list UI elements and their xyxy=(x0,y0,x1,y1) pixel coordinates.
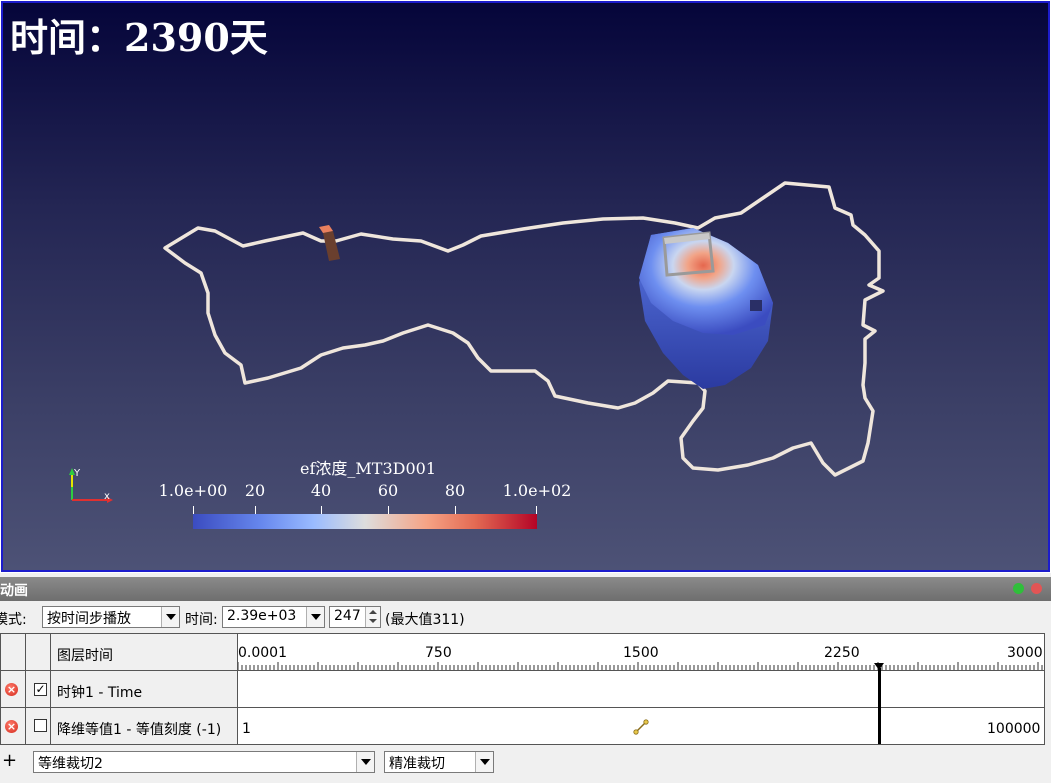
source-select-value: 等维裁切2 xyxy=(38,756,103,772)
mode-select-value: 按时间步播放 xyxy=(47,611,131,627)
property-select[interactable]: 精准裁切 xyxy=(384,751,494,773)
timeline-tick-label: 2250 xyxy=(824,645,860,661)
chevron-down-icon xyxy=(356,752,374,772)
time-select-value: 2.39e+03 xyxy=(227,608,297,624)
time-select[interactable]: 2.39e+03 xyxy=(222,606,325,628)
animation-panel-header: 动画 xyxy=(0,577,1051,601)
track-enable-checkbox[interactable] xyxy=(34,719,47,732)
keyframe-interpolation-icon[interactable] xyxy=(633,719,649,735)
property-select-value: 精准裁切 xyxy=(389,756,445,772)
add-track-row: + 等维裁切2 精准裁切 xyxy=(0,748,1051,778)
timestep-spinbox[interactable]: 247 xyxy=(329,606,381,628)
chevron-down-icon xyxy=(161,607,179,627)
domain-boundary xyxy=(163,181,885,477)
colorbar-tick-label: 60 xyxy=(377,481,399,500)
spin-down-icon[interactable] xyxy=(369,619,377,623)
mode-label: 模式: xyxy=(0,612,27,628)
axis-x-label: x xyxy=(104,491,110,502)
timeline-tick-label: 1500 xyxy=(623,645,659,661)
layer-time-header: 图层时间 xyxy=(57,648,113,664)
keyframe-start-value: 1 xyxy=(242,721,251,737)
mode-select[interactable]: 按时间步播放 xyxy=(42,606,180,628)
axis-y-label: Y xyxy=(73,468,81,479)
concentration-plume xyxy=(639,228,773,389)
timeline-tick-label: 0.0001 xyxy=(238,645,287,661)
float-panel-icon[interactable] xyxy=(1013,583,1024,594)
timeline-cursor[interactable] xyxy=(878,668,881,744)
colorbar-tick-label: 80 xyxy=(444,481,466,500)
timeline-ruler[interactable] xyxy=(238,662,1044,670)
track-name: 时钟1 - Time xyxy=(57,685,143,701)
track-enable-checkbox[interactable]: ✓ xyxy=(34,683,47,696)
render-viewport[interactable]: 时间：2390天 ef浓度_MT3D001 1.0e+00 20 40 60 8… xyxy=(0,0,1051,573)
colorbar-tick-label: 40 xyxy=(310,481,332,500)
track-name: 降维等值1 - 等值刻度 (-1) xyxy=(57,722,222,738)
add-track-button[interactable]: + xyxy=(2,752,17,770)
colorbar-tick-label: 1.0e+00 xyxy=(158,481,228,500)
well-marker xyxy=(319,225,340,261)
close-panel-icon[interactable] xyxy=(1031,583,1042,594)
chevron-down-icon xyxy=(475,752,493,772)
orientation-axes-icon: Y x xyxy=(69,468,113,503)
animation-panel-title: 动画 xyxy=(0,583,28,599)
timeline-tick-label: 3000 xyxy=(1007,645,1043,661)
remove-track-icon[interactable]: × xyxy=(5,683,18,696)
remove-track-icon[interactable]: × xyxy=(5,720,18,733)
timestep-value: 247 xyxy=(334,608,361,624)
time-label: 时间: xyxy=(185,612,218,628)
colorbar-title: ef浓度_MT3D001 xyxy=(300,459,436,478)
chevron-down-icon xyxy=(306,607,324,627)
timeline-tick-label: 750 xyxy=(425,645,452,661)
keyframe-end-value: 100000 xyxy=(987,721,1041,737)
animation-mode-row: 模式: 按时间步播放 时间: 2.39e+03 247 (最大值311) xyxy=(0,604,1051,632)
spin-up-icon[interactable] xyxy=(369,610,377,614)
time-annotation: 时间：2390天 xyxy=(10,15,268,60)
colorbar-tick-label: 1.0e+02 xyxy=(502,481,572,500)
source-select[interactable]: 等维裁切2 xyxy=(33,751,375,773)
max-timestep-text: (最大值311) xyxy=(385,612,465,628)
spin-arrows[interactable] xyxy=(365,607,380,627)
colorbar xyxy=(193,514,537,529)
colorbar-tick-label: 20 xyxy=(244,481,266,500)
animation-track-table: 图层时间 0.0001 750 1500 2250 3000 × ✓ 时钟1 -… xyxy=(0,633,1045,745)
